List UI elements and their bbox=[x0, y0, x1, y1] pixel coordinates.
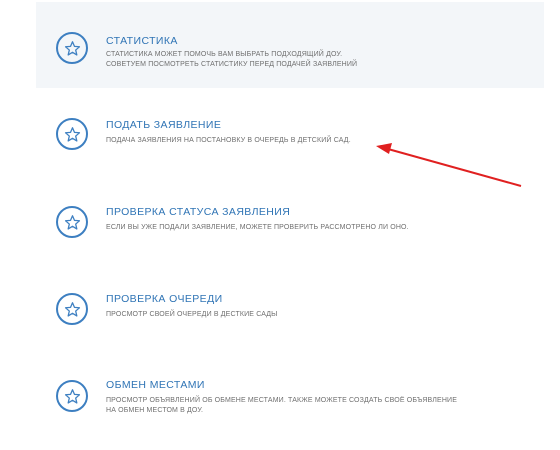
star-icon bbox=[56, 293, 88, 325]
menu-item-description: ПРОСМОТР СВОЕЙ ОЧЕРЕДИ В ДЕСТКИЕ САДЫ bbox=[106, 311, 278, 318]
star-icon bbox=[56, 118, 88, 150]
menu-item-title: ПРОВЕРКА ОЧЕРЕДИ bbox=[106, 293, 223, 305]
star-icon bbox=[56, 380, 88, 412]
menu-item-description: СТАТИСТИКА МОЖЕТ ПОМОЧЬ ВАМ ВЫБРАТЬ ПОДХ… bbox=[106, 51, 358, 68]
menu-item-statistics[interactable]: СТАТИСТИКА СТАТИСТИКА МОЖЕТ ПОМОЧЬ ВАМ В… bbox=[36, 2, 544, 88]
menu-item-check-status[interactable]: ПРОВЕРКА СТАТУСА ЗАЯВЛЕНИЯ ЕСЛИ ВЫ УЖЕ П… bbox=[36, 188, 544, 258]
menu-item-description: ПОДАЧА ЗАЯВЛЕНИЯ НА ПОСТАНОВКУ В ОЧЕРЕДЬ… bbox=[106, 137, 351, 144]
menu-item-title: ПОДАТЬ ЗАЯВЛЕНИЕ bbox=[106, 119, 222, 131]
menu-item-submit-application[interactable]: ПОДАТЬ ЗАЯВЛЕНИЕ ПОДАЧА ЗАЯВЛЕНИЯ НА ПОС… bbox=[36, 100, 544, 170]
menu-item-exchange-places[interactable]: ОБМЕН МЕСТАМИ ПРОСМОТР ОБЪЯВЛЕНИЙ ОБ ОБМ… bbox=[36, 362, 544, 438]
menu-item-description: ПРОСМОТР ОБЪЯВЛЕНИЙ ОБ ОБМЕНЕ МЕСТАМИ. Т… bbox=[106, 397, 458, 414]
star-icon bbox=[56, 206, 88, 238]
menu-item-title: СТАТИСТИКА bbox=[106, 35, 178, 47]
menu-item-title: ОБМЕН МЕСТАМИ bbox=[106, 379, 205, 391]
menu-item-description: ЕСЛИ ВЫ УЖЕ ПОДАЛИ ЗАЯВЛЕНИЕ, МОЖЕТЕ ПРО… bbox=[106, 224, 409, 231]
menu-item-check-queue[interactable]: ПРОВЕРКА ОЧЕРЕДИ ПРОСМОТР СВОЕЙ ОЧЕРЕДИ … bbox=[36, 276, 544, 346]
star-icon bbox=[56, 32, 88, 64]
menu-item-title: ПРОВЕРКА СТАТУСА ЗАЯВЛЕНИЯ bbox=[106, 206, 291, 218]
